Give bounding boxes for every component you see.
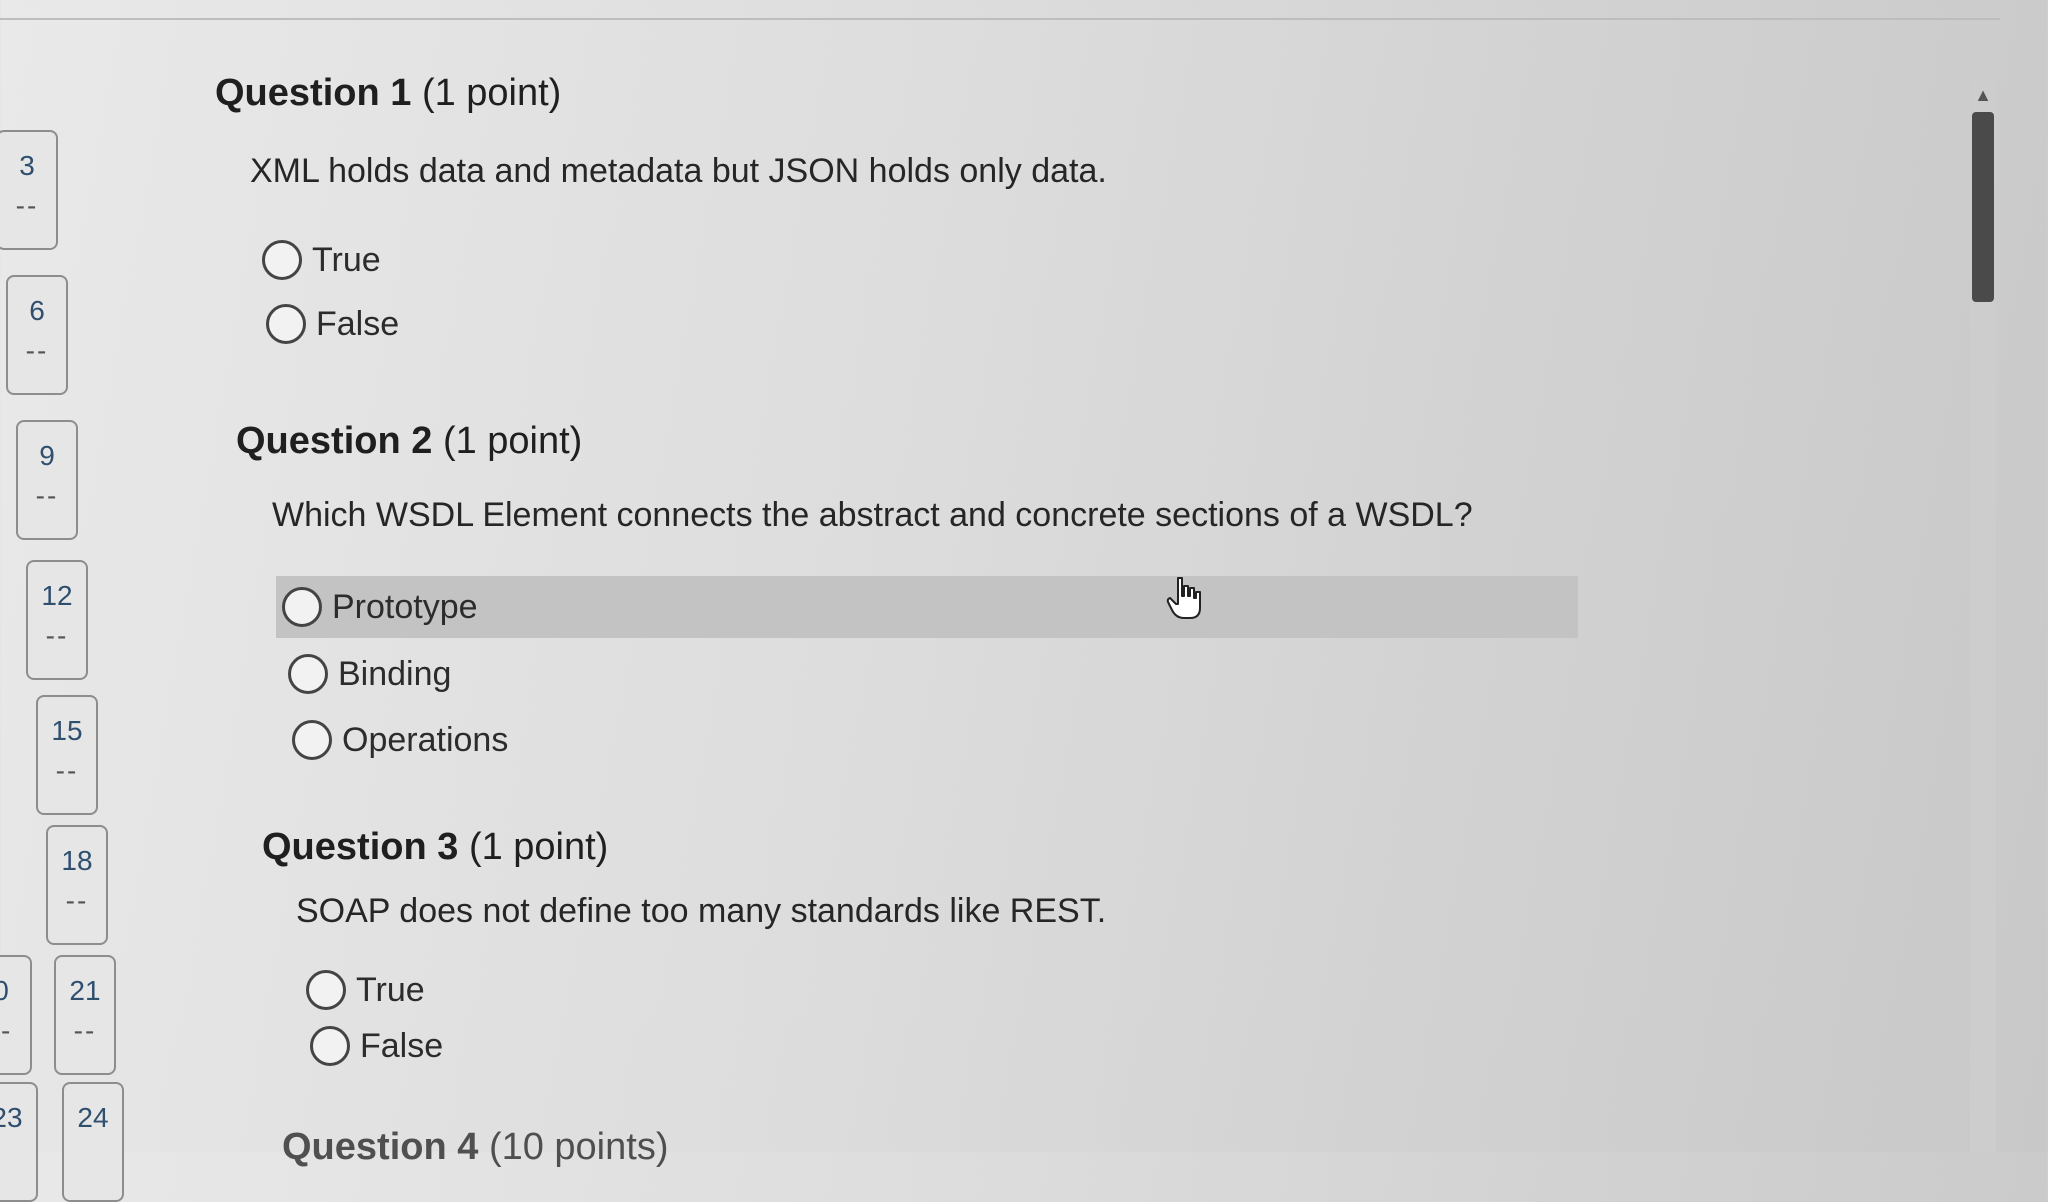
question-1-text: XML holds data and metadata but JSON hol… [250,152,1107,190]
question-points: (1 point) [421,72,562,114]
question-points: (10 points) [488,1126,669,1168]
question-title-text: Question 1 [215,72,412,114]
radio-button-icon[interactable] [306,970,346,1010]
question-title-text: Question 2 [236,420,433,462]
question-3-option-true[interactable]: True [306,962,706,1018]
option-label: Operations [342,720,509,759]
radio-button-icon[interactable] [282,587,322,627]
scrollbar-thumb[interactable] [1972,112,1994,302]
radio-button-icon[interactable] [262,240,302,280]
option-label: Prototype [332,587,478,626]
question-points: (1 point) [468,826,609,868]
question-2-option-operations[interactable]: Operations [292,712,692,768]
question-title-text: Question 3 [262,826,459,868]
question-3-title: Question 3 (1 point) [262,826,608,869]
question-3-text: SOAP does not define too many standards … [296,892,1107,930]
question-2-option-binding[interactable]: Binding [288,646,688,702]
radio-button-icon[interactable] [292,720,332,760]
question-1-option-false[interactable]: False [266,296,666,352]
radio-button-icon[interactable] [310,1026,350,1066]
question-1-option-true[interactable]: True [262,232,662,288]
chevron-up-icon[interactable]: ▲ [1970,80,1996,110]
option-label: False [316,304,400,343]
option-label: Binding [338,654,452,693]
question-points: (1 point) [442,420,583,462]
option-label: True [312,240,381,279]
question-2-title: Question 2 (1 point) [236,420,582,463]
question-1-title: Question 1 (1 point) [215,72,561,115]
hand-pointer-icon [1166,577,1201,619]
question-3-option-false[interactable]: False [310,1018,710,1074]
question-2-option-prototype[interactable]: Prototype [276,576,1578,638]
question-4-title: Question 4 (10 points) [282,1126,668,1169]
radio-button-icon[interactable] [266,304,306,344]
option-label: True [356,970,425,1009]
option-label: False [360,1026,444,1065]
quiz-content: Question 1 (1 point) XML holds data and … [0,0,1960,1168]
question-2-text: Which WSDL Element connects the abstract… [272,496,1473,534]
question-title-text: Question 4 [282,1126,479,1168]
radio-button-icon[interactable] [288,654,328,694]
